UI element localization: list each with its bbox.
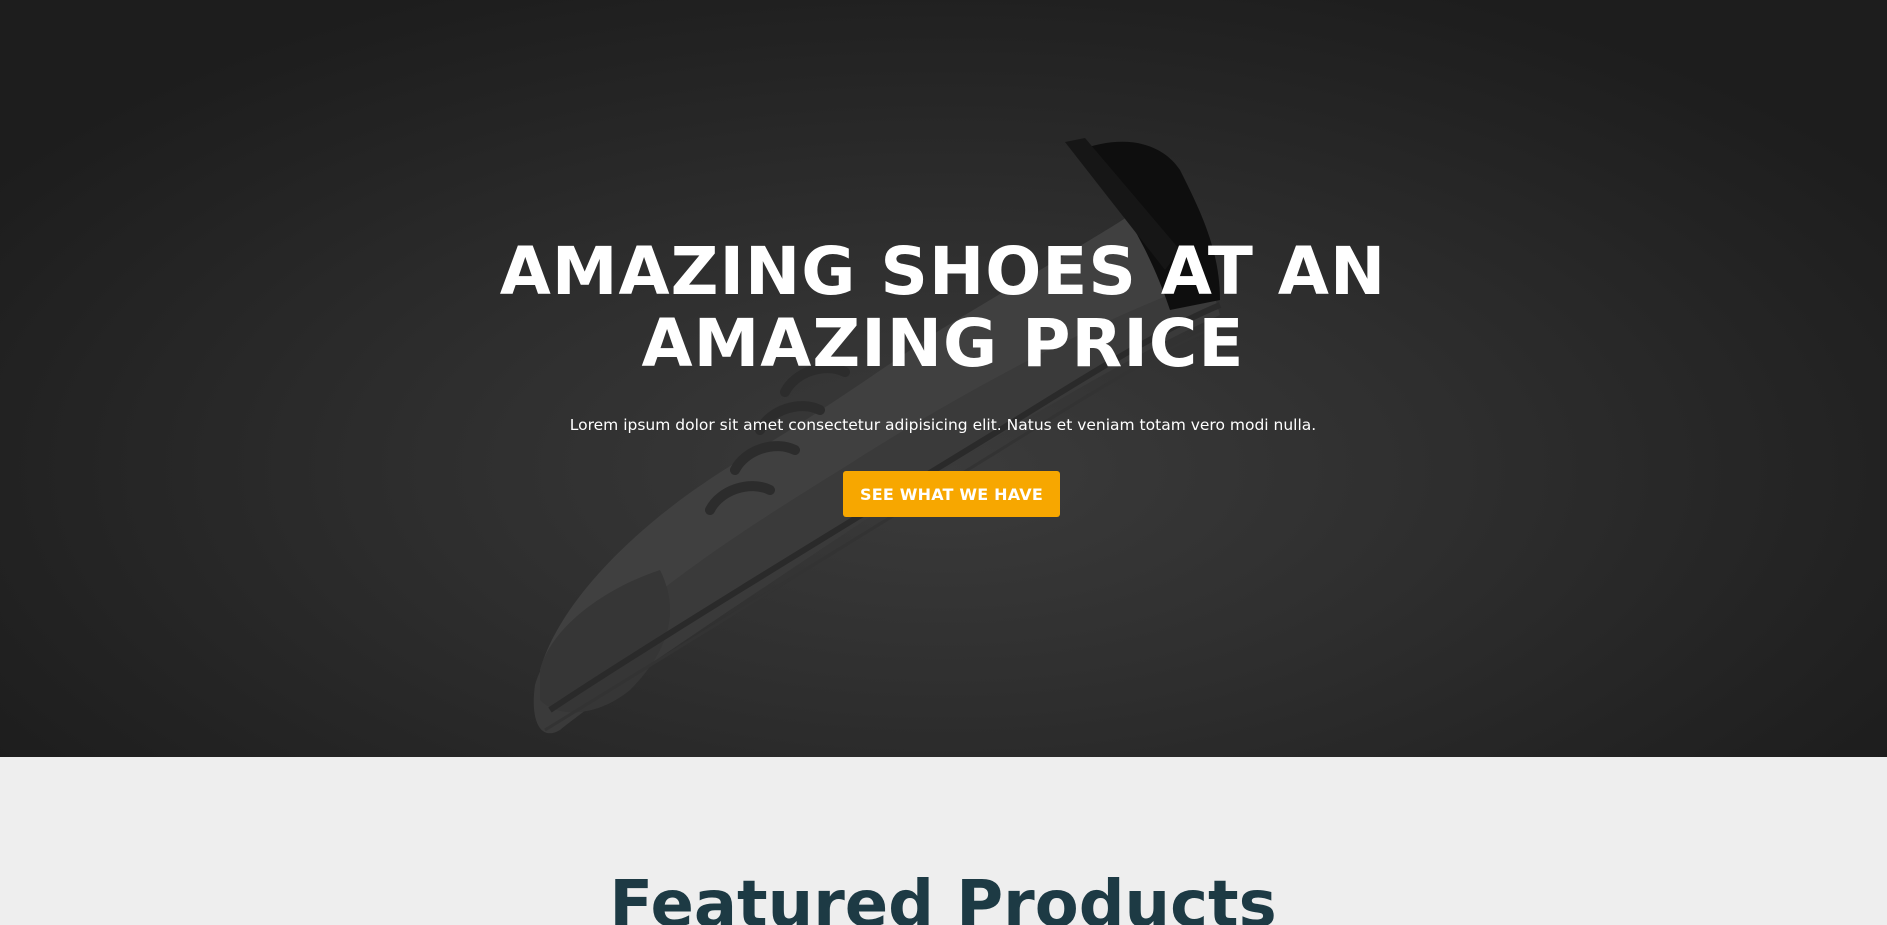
hero-section: AMAZING SHOES AT AN AMAZING PRICE Lorem …	[0, 0, 1887, 757]
featured-products-section: Featured Products	[0, 757, 1887, 925]
hero-subtitle: Lorem ipsum dolor sit amet consectetur a…	[569, 416, 1317, 434]
see-what-we-have-button[interactable]: SEE WHAT WE HAVE	[843, 471, 1060, 517]
hero-title: AMAZING SHOES AT AN AMAZING PRICE	[499, 233, 1387, 382]
featured-products-title: Featured Products	[609, 868, 1277, 925]
hero-content: AMAZING SHOES AT AN AMAZING PRICE Lorem …	[0, 0, 1887, 757]
